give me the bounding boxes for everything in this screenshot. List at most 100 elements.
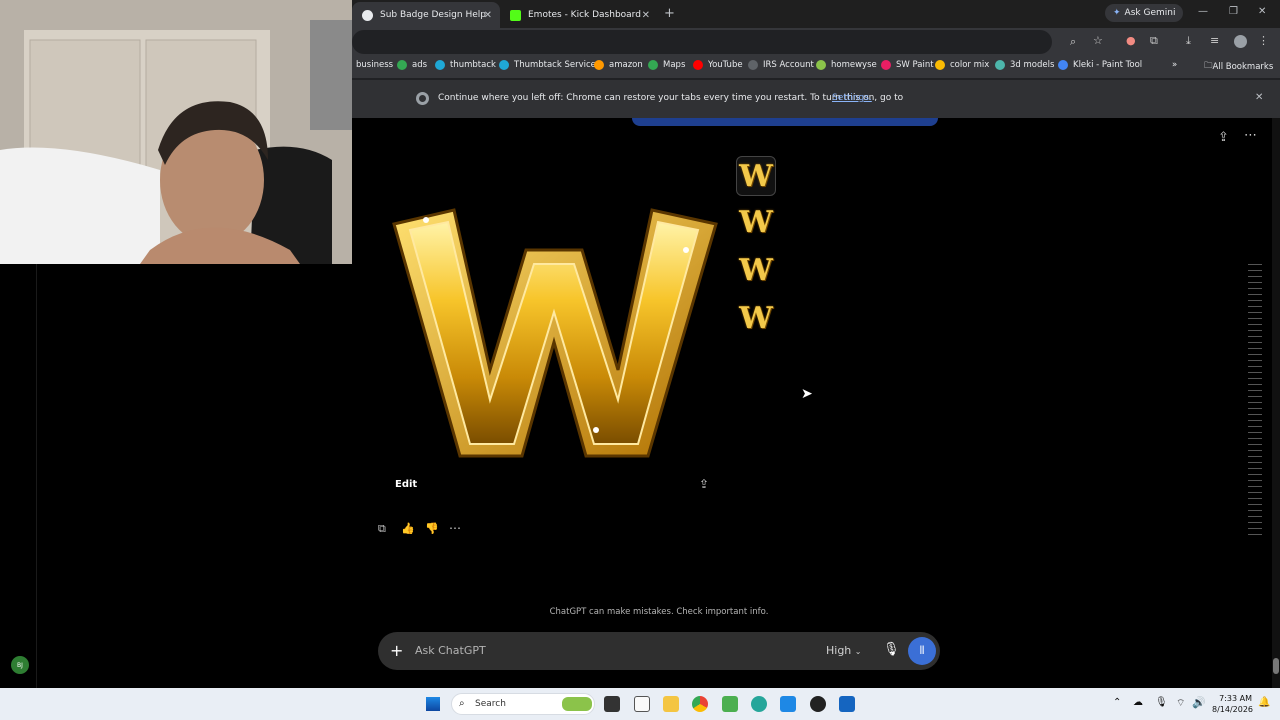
more-bookmarks-icon[interactable]: » xyxy=(1172,60,1177,70)
taskbar-search[interactable]: ⌕ Search xyxy=(451,693,595,715)
chrome-taskbar-icon[interactable] xyxy=(692,696,708,712)
share-icon[interactable]: ⇪ xyxy=(1218,130,1229,145)
thumbs-up-icon[interactable]: 👍 xyxy=(401,522,415,535)
thumbnail-1[interactable]: W xyxy=(736,156,776,196)
thumbnail-4[interactable]: W xyxy=(736,298,776,338)
more-actions-icon[interactable]: ⋯ xyxy=(449,521,461,535)
paint-icon[interactable] xyxy=(839,696,855,712)
bookmark-favicon-icon xyxy=(397,60,407,70)
bookmark-favicon-icon xyxy=(935,60,945,70)
wifi-icon[interactable]: ⌔ xyxy=(1176,697,1185,710)
webcam-overlay xyxy=(0,0,352,264)
model-selector[interactable]: High ⌄ xyxy=(826,644,862,657)
disclaimer: ChatGPT can make mistakes. Check importa… xyxy=(549,607,769,617)
thumbnail-3[interactable]: W xyxy=(736,250,776,290)
bookmark-favicon-icon xyxy=(435,60,445,70)
thumbs-down-icon[interactable]: 👎 xyxy=(425,522,439,535)
extension-icon[interactable]: ● xyxy=(1126,34,1136,47)
clock-time: 7:33 AM xyxy=(1219,694,1252,703)
settings-link[interactable]: Settings. xyxy=(832,93,872,103)
notepad-icon[interactable] xyxy=(634,696,650,712)
bookmark-item[interactable]: ads xyxy=(397,60,427,70)
all-bookmarks-button[interactable]: 🗀 All Bookmarks xyxy=(1204,60,1273,74)
edge-icon[interactable] xyxy=(751,696,767,712)
tab-sub-badge[interactable]: Sub Badge Design Help ✕ xyxy=(352,2,500,28)
prompt-input[interactable]: Ask ChatGPT xyxy=(415,644,486,657)
scrollbar[interactable] xyxy=(1272,118,1280,688)
microphone-icon[interactable]: 🎙 xyxy=(883,642,900,657)
ask-gemini-label: Ask Gemini xyxy=(1124,8,1176,18)
tab-kick-emotes[interactable]: Emotes - Kick Dashboard ✕ xyxy=(500,2,658,28)
previous-message-edge xyxy=(632,118,938,126)
notifications-icon[interactable]: 🔔 xyxy=(1258,697,1270,708)
close-tab-icon[interactable]: ✕ xyxy=(642,10,650,21)
bookmark-favicon-icon xyxy=(995,60,1005,70)
bookmark-label: business xyxy=(356,60,394,70)
thumbnail-2[interactable]: W xyxy=(736,202,776,242)
bookmark-item[interactable]: Maps xyxy=(648,60,685,70)
onedrive-icon[interactable]: ☁ xyxy=(1133,697,1143,708)
bookmark-favicon-icon xyxy=(1058,60,1068,70)
user-avatar[interactable]: BJ xyxy=(11,656,29,674)
bookmark-favicon-icon xyxy=(748,60,758,70)
bookmark-item[interactable]: 3d models xyxy=(995,60,1054,70)
extensions-puzzle-icon[interactable]: ⧉ xyxy=(1150,34,1158,48)
bookmark-item[interactable]: color mix xyxy=(935,60,989,70)
bookmark-item[interactable]: IRS Account xyxy=(748,60,814,70)
zoom-icon[interactable]: ⌕ xyxy=(1070,35,1076,49)
close-tab-icon[interactable]: ✕ xyxy=(484,10,492,21)
ask-gemini-button[interactable]: ✦ Ask Gemini xyxy=(1105,4,1184,22)
copy-icon[interactable]: ⧉ xyxy=(378,522,386,536)
bookmark-label: ads xyxy=(412,60,428,70)
task-view-icon[interactable] xyxy=(604,696,620,712)
tray-mic-icon[interactable]: 🎙 xyxy=(1155,697,1168,708)
tray-chevron-icon[interactable]: ⌃ xyxy=(1113,697,1121,708)
sparkle xyxy=(593,427,599,433)
voice-mode-button[interactable]: ⦀ xyxy=(908,637,936,665)
sparkle xyxy=(423,217,429,223)
bookmark-item[interactable]: business xyxy=(356,60,393,70)
image-share-icon[interactable]: ⇪ xyxy=(699,477,709,491)
bookmark-favicon-icon xyxy=(648,60,658,70)
bookmark-favicon-icon xyxy=(693,60,703,70)
chevron-down-icon: ⌄ xyxy=(854,647,862,656)
app-stack-icon[interactable] xyxy=(722,696,738,712)
address-bar[interactable] xyxy=(352,30,1052,54)
infobar-close-icon[interactable]: ✕ xyxy=(1255,92,1263,103)
bookmark-label: Kleki - Paint Tool xyxy=(1073,60,1143,70)
obs-icon[interactable] xyxy=(810,696,826,712)
bookmark-item[interactable]: Kleki - Paint Tool xyxy=(1058,60,1142,70)
bookmark-label: homewyse xyxy=(831,60,877,70)
file-explorer-icon[interactable] xyxy=(663,696,679,712)
tab-search-icon[interactable]: ≡ xyxy=(1210,34,1219,47)
edit-button[interactable]: Edit xyxy=(395,479,417,490)
more-options-icon[interactable]: ⋯ xyxy=(1244,128,1257,143)
bookmark-item[interactable]: amazon xyxy=(594,60,643,70)
sparkle xyxy=(683,247,689,253)
bookmark-item[interactable]: SW Paint xyxy=(881,60,934,70)
chrome-menu-icon[interactable]: ⋮ xyxy=(1258,34,1269,47)
bookmark-favicon-icon xyxy=(881,60,891,70)
download-icon[interactable]: ⤓ xyxy=(1186,34,1191,48)
bookmark-item[interactable]: YouTube xyxy=(693,60,743,70)
conversation-minimap[interactable] xyxy=(1248,264,1262,540)
maximize-icon[interactable]: ❐ xyxy=(1229,6,1238,17)
clock[interactable]: 7:33 AM 8/14/2026 xyxy=(1212,693,1253,715)
generated-image[interactable] xyxy=(386,190,722,466)
add-attachment-icon[interactable]: + xyxy=(390,641,403,660)
windows-start-icon[interactable] xyxy=(426,697,440,711)
scrollbar-thumb[interactable] xyxy=(1273,658,1279,674)
minimize-icon[interactable]: — xyxy=(1198,6,1208,17)
calculator-icon[interactable] xyxy=(780,696,796,712)
bookmark-star-icon[interactable]: ☆ xyxy=(1093,34,1103,47)
bookmark-item[interactable]: homewyse xyxy=(816,60,877,70)
new-tab-button[interactable]: + xyxy=(664,6,675,21)
bookmark-label: YouTube xyxy=(708,60,743,70)
volume-icon[interactable]: 🔊 xyxy=(1192,696,1206,709)
bookmark-item[interactable]: Thumbtack Services xyxy=(499,60,600,70)
bookmark-item[interactable]: thumbtack xyxy=(435,60,496,70)
window-close-icon[interactable]: ✕ xyxy=(1258,6,1266,17)
composer: + Ask ChatGPT High ⌄ 🎙 ⦀ xyxy=(378,632,940,670)
profile-avatar[interactable] xyxy=(1234,35,1247,48)
tab-label: Sub Badge Design Help xyxy=(380,10,486,20)
